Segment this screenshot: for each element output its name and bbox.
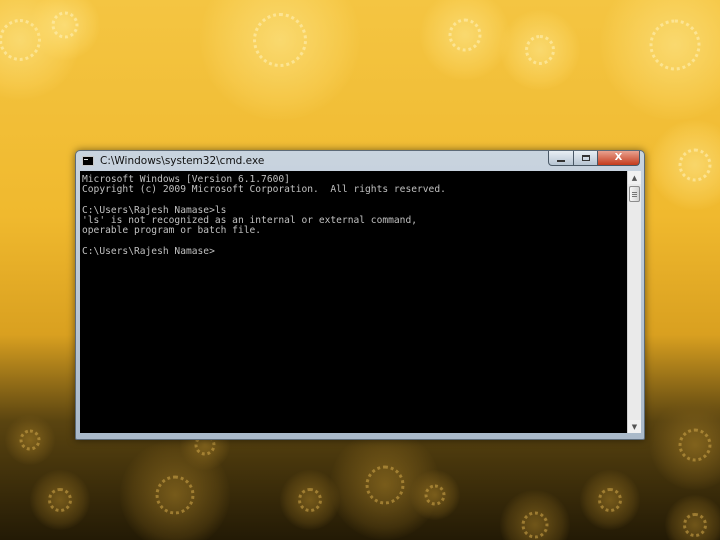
close-icon: X xyxy=(614,152,623,163)
wallpaper-flower xyxy=(30,470,90,530)
minimize-icon xyxy=(557,159,565,162)
close-button[interactable]: X xyxy=(598,151,640,166)
wallpaper-flower xyxy=(200,0,360,120)
scroll-down-button[interactable]: ▼ xyxy=(628,420,641,433)
cmd-app-icon[interactable] xyxy=(82,156,94,166)
wallpaper-flower xyxy=(5,415,55,465)
wallpaper-flower xyxy=(650,400,720,490)
wallpaper-flower xyxy=(500,10,580,90)
maximize-button[interactable] xyxy=(574,151,598,166)
console-line: Copyright (c) 2009 Microsoft Corporation… xyxy=(82,184,446,196)
console-output[interactable]: Microsoft Windows [Version 6.1.7600] Cop… xyxy=(80,171,627,433)
chevron-up-icon: ▲ xyxy=(631,173,638,182)
vertical-scrollbar[interactable]: ▲ ▼ xyxy=(627,171,641,433)
wallpaper-flower xyxy=(650,120,720,210)
chevron-down-icon: ▼ xyxy=(631,422,638,431)
wallpaper-flower xyxy=(420,0,510,80)
wallpaper-flower xyxy=(600,0,720,120)
window-controls: X xyxy=(548,151,640,166)
minimize-button[interactable] xyxy=(548,151,574,166)
window-title: C:\Windows\system32\cmd.exe xyxy=(100,155,265,167)
maximize-icon xyxy=(581,155,590,161)
cmd-window[interactable]: C:\Windows\system32\cmd.exe X Microsoft … xyxy=(75,150,645,440)
wallpaper-flower xyxy=(665,495,720,540)
scroll-up-button[interactable]: ▲ xyxy=(628,171,641,184)
wallpaper-flower xyxy=(500,490,570,540)
console-line: operable program or batch file. xyxy=(82,225,262,237)
wallpaper-flower xyxy=(580,470,640,530)
scroll-thumb[interactable] xyxy=(629,186,640,202)
console-prompt-line: C:\Users\Rajesh Namase> xyxy=(82,246,215,258)
window-titlebar[interactable]: C:\Windows\system32\cmd.exe X xyxy=(76,151,644,171)
wallpaper-flower xyxy=(410,470,460,520)
